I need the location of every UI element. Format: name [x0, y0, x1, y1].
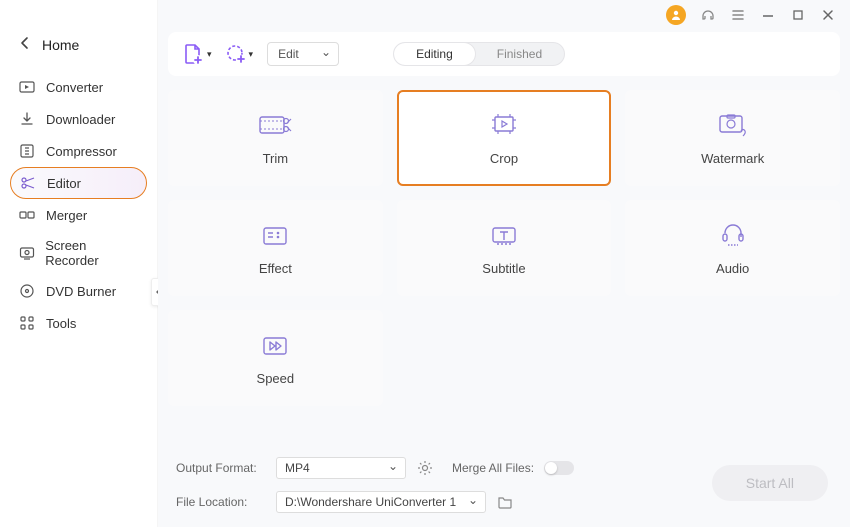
editor-card-grid: Trim Crop Watermark Effect Subtitle Audi…: [158, 76, 850, 447]
sidebar-item-label: Compressor: [46, 144, 117, 159]
sidebar: Home Converter Downloader Compressor Edi…: [0, 0, 158, 527]
editor-scissors-icon: [19, 174, 37, 192]
downloader-icon: [18, 110, 36, 128]
merge-files-label: Merge All Files:: [452, 461, 534, 475]
sidebar-item-merger[interactable]: Merger: [0, 199, 157, 231]
card-label: Speed: [257, 371, 295, 386]
footer-bar: Output Format: MP4 Merge All Files: File…: [158, 447, 850, 527]
output-format-select[interactable]: MP4: [276, 457, 406, 479]
file-location-select[interactable]: D:\Wondershare UniConverter 1: [276, 491, 486, 513]
compressor-icon: [18, 142, 36, 160]
main-area: ▾ ▾ Edit Editing Finished Trim: [158, 0, 850, 527]
effect-icon: [258, 221, 292, 251]
card-effect[interactable]: Effect: [168, 200, 383, 296]
recorder-icon: [18, 244, 35, 262]
tools-grid-icon: [18, 314, 36, 332]
speed-icon: [258, 331, 292, 361]
subtitle-icon: [487, 221, 521, 251]
chevron-down-icon: ▾: [249, 49, 254, 60]
sidebar-item-compressor[interactable]: Compressor: [0, 135, 157, 167]
sidebar-item-dvd-burner[interactable]: DVD Burner: [0, 275, 157, 307]
back-chevron-icon[interactable]: [20, 36, 30, 53]
sidebar-item-label: Screen Recorder: [45, 238, 139, 268]
sidebar-item-label: DVD Burner: [46, 284, 116, 299]
card-audio[interactable]: Audio: [625, 200, 840, 296]
window-close-icon[interactable]: [820, 7, 836, 23]
home-label: Home: [42, 37, 79, 53]
open-folder-icon[interactable]: [496, 493, 514, 511]
sidebar-item-editor[interactable]: Editor: [10, 167, 147, 199]
watermark-icon: [716, 111, 750, 141]
dvd-icon: [18, 282, 36, 300]
card-label: Subtitle: [482, 261, 525, 276]
mode-select[interactable]: Edit: [267, 42, 339, 66]
card-watermark[interactable]: Watermark: [625, 90, 840, 186]
add-url-button[interactable]: ▾: [226, 44, 254, 64]
sidebar-item-screen-recorder[interactable]: Screen Recorder: [0, 231, 157, 275]
support-headset-icon[interactable]: [700, 7, 716, 23]
card-label: Audio: [716, 261, 749, 276]
chevron-down-icon: ▾: [207, 49, 212, 60]
user-avatar-icon[interactable]: [666, 5, 686, 25]
home-row[interactable]: Home: [0, 30, 157, 71]
tab-finished[interactable]: Finished: [475, 43, 564, 65]
tab-editing[interactable]: Editing: [394, 43, 475, 65]
add-file-button[interactable]: ▾: [182, 43, 212, 65]
settings-gear-icon[interactable]: [416, 459, 434, 477]
card-label: Watermark: [701, 151, 764, 166]
status-segmented-control: Editing Finished: [393, 42, 565, 66]
card-trim[interactable]: Trim: [168, 90, 383, 186]
merge-files-toggle[interactable]: [544, 461, 574, 475]
converter-icon: [18, 78, 36, 96]
sidebar-item-label: Converter: [46, 80, 103, 95]
hamburger-menu-icon[interactable]: [730, 7, 746, 23]
card-label: Effect: [259, 261, 292, 276]
sidebar-item-label: Tools: [46, 316, 76, 331]
trim-icon: [258, 111, 292, 141]
card-label: Trim: [263, 151, 289, 166]
window-titlebar: [158, 0, 850, 30]
crop-icon: [487, 111, 521, 141]
sidebar-item-label: Downloader: [46, 112, 115, 127]
file-location-label: File Location:: [176, 495, 266, 509]
audio-icon: [716, 221, 750, 251]
sidebar-item-downloader[interactable]: Downloader: [0, 103, 157, 135]
card-speed[interactable]: Speed: [168, 310, 383, 406]
output-format-label: Output Format:: [176, 461, 266, 475]
window-minimize-icon[interactable]: [760, 7, 776, 23]
sidebar-item-converter[interactable]: Converter: [0, 71, 157, 103]
start-all-button[interactable]: Start All: [712, 465, 828, 501]
card-subtitle[interactable]: Subtitle: [397, 200, 612, 296]
editor-toolbar: ▾ ▾ Edit Editing Finished: [168, 32, 840, 76]
sidebar-item-label: Editor: [47, 176, 81, 191]
card-crop[interactable]: Crop: [397, 90, 612, 186]
sidebar-item-label: Merger: [46, 208, 87, 223]
merger-icon: [18, 206, 36, 224]
card-label: Crop: [490, 151, 518, 166]
sidebar-item-tools[interactable]: Tools: [0, 307, 157, 339]
window-maximize-icon[interactable]: [790, 7, 806, 23]
